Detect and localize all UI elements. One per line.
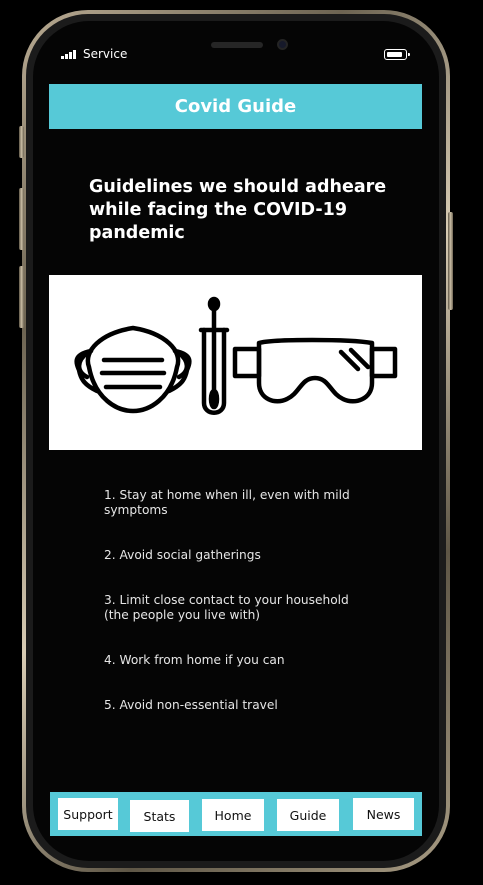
list-item: 1. Stay at home when ill, even with mild… [104,488,350,517]
volume-up-button [19,188,24,250]
page-title: Covid Guide [174,96,297,117]
status-bar: Service [49,44,422,66]
nav-home-button[interactable]: Home [202,799,264,831]
volume-down-button [19,266,24,328]
list-item: 5. Avoid non-essential travel [104,698,278,712]
safety-goggles-icon [232,337,398,404]
bottom-nav: Support Stats Home Guide News [50,792,422,836]
battery-icon [384,49,410,60]
carrier-label: Service [83,47,128,61]
test-swab-icon [198,296,230,415]
list-item: 3. Limit close contact to your household… [104,593,349,622]
list-item: 4. Work from home if you can [104,653,285,667]
covid-illustration [49,275,422,450]
nav-stats-button[interactable]: Stats [130,800,189,832]
face-mask-icon [74,325,192,414]
mute-switch [19,126,24,158]
guidelines-heading: Guidelines we should adheare while facin… [89,177,387,243]
signal-bars-icon [61,50,76,59]
nav-support-button[interactable]: Support [58,798,118,830]
nav-news-button[interactable]: News [353,798,414,830]
list-item: 2. Avoid social gatherings [104,548,261,562]
nav-guide-button[interactable]: Guide [277,799,339,831]
power-button [448,212,453,310]
app-header: Covid Guide [49,84,422,129]
